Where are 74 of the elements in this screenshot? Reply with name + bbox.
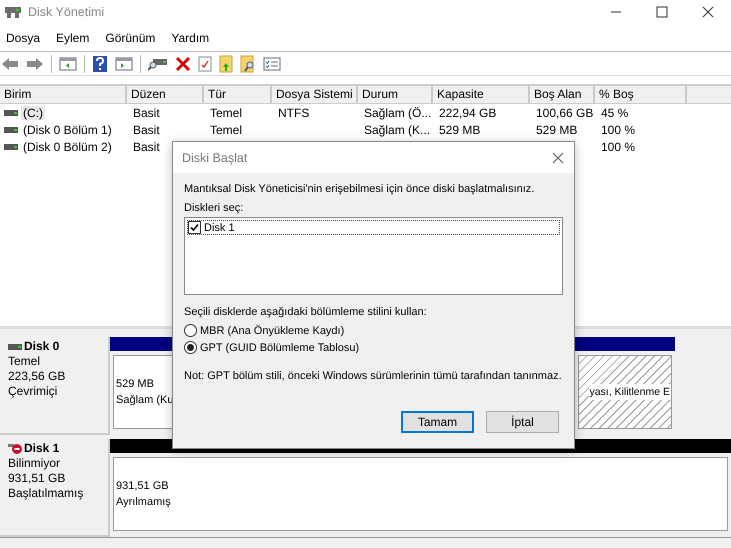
folder-search-icon[interactable] xyxy=(240,54,256,73)
intro-text: Mantıksal Disk Yöneticisi'nin erişebilmesi için önce diski başlatmalısınız. xyxy=(184,183,534,195)
disk-size: 223,56 GB xyxy=(8,369,66,384)
maximize-icon[interactable] xyxy=(656,6,668,18)
table-cell-text: 100 % xyxy=(600,140,636,154)
panel-icon[interactable] xyxy=(59,56,77,71)
disk-name: Disk 0 xyxy=(24,339,60,354)
dialog-title: Diski Başlat xyxy=(182,150,248,164)
disk-size: 931,51 GB xyxy=(8,471,66,486)
menu-item[interactable]: Yardım xyxy=(171,31,210,46)
table-cell-text: 222,94 GB xyxy=(438,106,498,120)
table-cell-text: Sağlam (Ö... xyxy=(363,106,432,120)
dialog-button[interactable]: Tamam xyxy=(401,411,474,433)
radio-button[interactable] xyxy=(184,341,197,354)
partition-status: Ayrılmamış xyxy=(116,495,172,510)
drive-icon xyxy=(4,110,18,116)
column-header[interactable]: Birim xyxy=(0,86,127,104)
drive-icon xyxy=(4,126,18,133)
disk-name: Disk 1 xyxy=(24,441,60,456)
disk-type: Bilinmiyor xyxy=(8,456,62,472)
column-header[interactable]: Boş Alan xyxy=(530,86,595,104)
help-icon[interactable] xyxy=(92,54,108,73)
column-header[interactable]: Düzen xyxy=(127,86,204,104)
column-header[interactable]: Kapasite xyxy=(433,86,530,104)
column-header[interactable]: Tür xyxy=(204,86,272,104)
table-cell-text: Sağlam (K... xyxy=(363,122,432,137)
table-cell-text: Basit xyxy=(132,140,161,154)
disk-icon xyxy=(4,4,22,19)
document-check-icon[interactable] xyxy=(198,56,212,72)
checklist-icon[interactable] xyxy=(263,56,281,71)
column-header[interactable]: Durum xyxy=(358,86,433,104)
close-icon[interactable] xyxy=(552,152,564,164)
disk-type: Temel xyxy=(8,354,42,370)
table-cell-text: 100,66 GB xyxy=(535,106,594,120)
table-cell-text: 45 % xyxy=(600,106,630,120)
folder-up-icon[interactable] xyxy=(219,54,233,73)
column-header[interactable]: Dosya Sistemi xyxy=(272,86,358,104)
table-cell-text: 529 MB xyxy=(535,122,578,137)
table-cell[interactable]: (C:) xyxy=(21,106,45,120)
delete-icon[interactable] xyxy=(175,56,191,72)
table-cell-text: Basit xyxy=(132,106,161,120)
dialog-button[interactable]: İptal xyxy=(486,411,559,433)
radio-option[interactable]: MBR (Ana Önyükleme Kaydı) xyxy=(184,324,344,337)
window-title: Disk Yönetimi xyxy=(28,4,104,19)
style-label: Seçili disklerde aşağıdaki bölümleme stilini kullan: xyxy=(184,306,427,318)
disk-magnifier-icon[interactable] xyxy=(148,56,168,71)
back-arrow-icon[interactable] xyxy=(1,56,19,71)
menu-item[interactable]: Görünüm xyxy=(105,31,156,46)
table-cell-text: Temel xyxy=(209,122,244,137)
table-cell-text: 100 % xyxy=(600,122,636,137)
partition-status: yası, Kilitlenme E xyxy=(589,384,671,400)
disk-status: Çevrimiçi xyxy=(8,384,58,400)
partition-size: 931,51 GB xyxy=(116,479,170,494)
close-icon[interactable] xyxy=(702,6,714,18)
table-cell-text: NTFS xyxy=(277,106,310,120)
menu-item[interactable]: Eylem xyxy=(56,31,90,46)
checkbox[interactable] xyxy=(188,221,201,234)
column-header[interactable]: % Boş xyxy=(595,86,687,104)
forward-arrow-icon[interactable] xyxy=(26,56,44,71)
menu-item[interactable]: Dosya xyxy=(6,31,40,46)
list-item[interactable]: Disk 1 xyxy=(187,220,560,235)
table-cell-text: 529 MB xyxy=(438,122,482,137)
table-cell[interactable]: (Disk 0 Bölüm 1) xyxy=(21,122,114,137)
table-cell[interactable]: (Disk 0 Bölüm 2) xyxy=(21,140,114,154)
table-cell-text: Temel xyxy=(209,106,244,120)
radio-button[interactable] xyxy=(184,324,197,337)
panel-icon[interactable] xyxy=(115,56,133,71)
partition-size: 529 MB xyxy=(116,377,155,392)
table-cell-text: Basit xyxy=(132,122,161,137)
note-text: Not: GPT bölüm stili, önceki Windows sürümlerinin tümü tarafından tanınmaz. xyxy=(184,370,562,382)
disk-status: Başlatılmamış xyxy=(8,486,84,502)
drive-icon xyxy=(4,144,18,150)
list-label: Diskleri seç: xyxy=(184,202,244,214)
radio-option[interactable]: GPT (GUID Bölümleme Tablosu) xyxy=(184,341,360,354)
